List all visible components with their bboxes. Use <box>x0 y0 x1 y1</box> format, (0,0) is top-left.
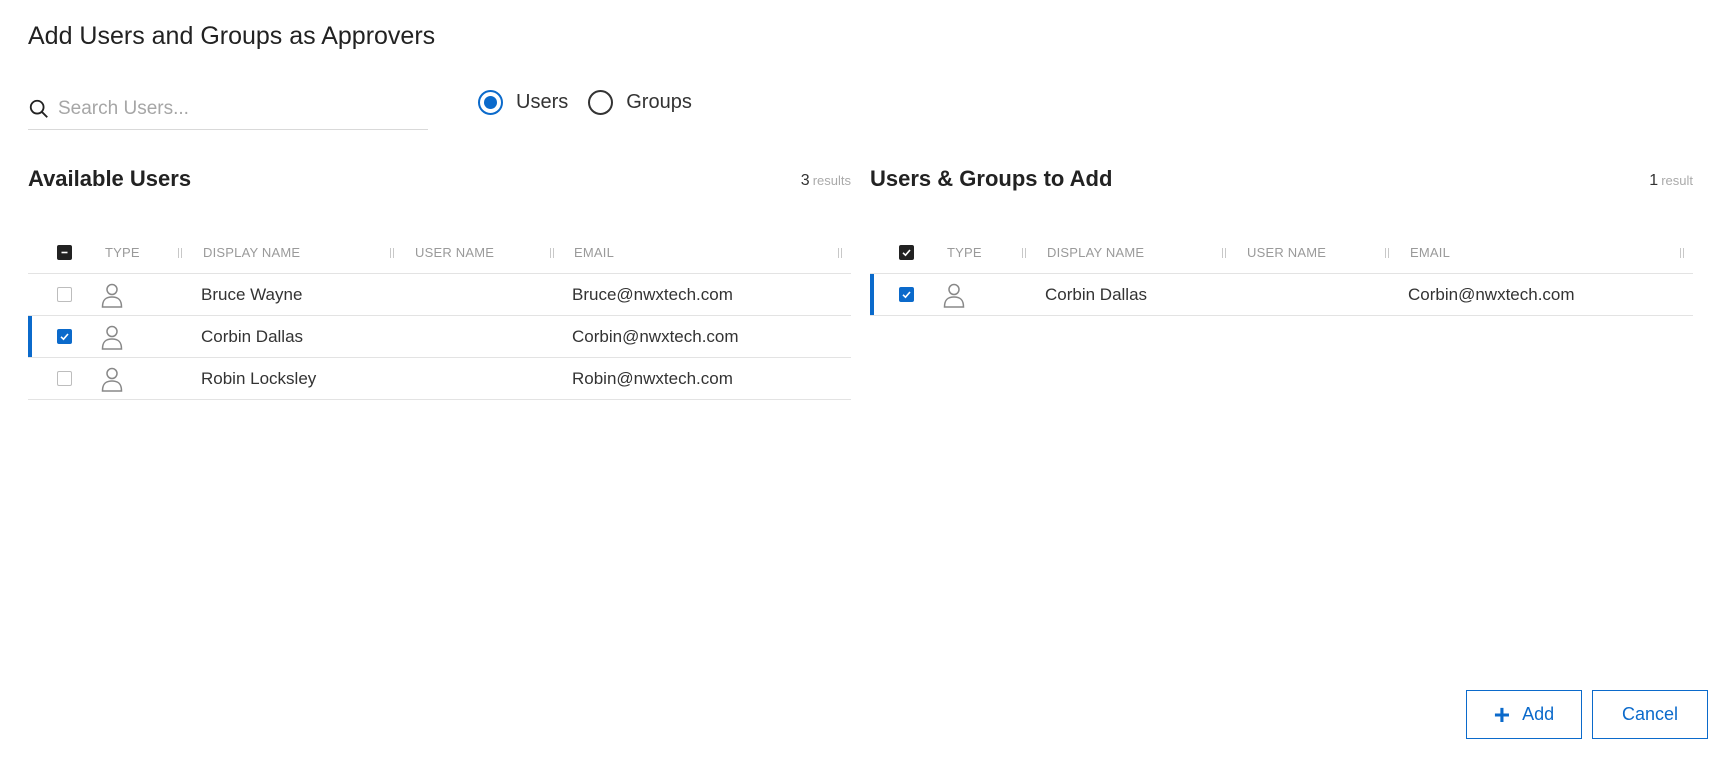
add-button[interactable]: + Add <box>1466 690 1582 739</box>
display-name: Bruce Wayne <box>201 285 303 304</box>
user-icon <box>101 283 123 308</box>
result-count-label: results <box>812 173 851 188</box>
result-count: 1 <box>1649 172 1659 189</box>
add-button-label: Add <box>1522 704 1555 724</box>
email: Corbin@nwxtech.com <box>572 327 739 346</box>
column-header-display-name[interactable]: DISPLAY NAME <box>1047 233 1144 273</box>
checkmark-icon <box>902 249 911 257</box>
result-count-label: result <box>1661 173 1693 188</box>
column-resize-handle[interactable] <box>1222 248 1226 258</box>
column-header-display-name[interactable]: DISPLAY NAME <box>203 233 300 273</box>
type-filter: Users Groups <box>478 90 712 115</box>
display-name: Robin Locksley <box>201 369 317 388</box>
column-resize-handle[interactable] <box>178 248 182 258</box>
radio-groups-label: Groups <box>626 91 692 113</box>
dialog-title: Add Users and Groups as Approvers <box>28 22 436 50</box>
row-checkbox[interactable] <box>899 287 914 302</box>
display-name: Corbin Dallas <box>1045 285 1148 304</box>
row-checkbox[interactable] <box>57 329 72 344</box>
table-row[interactable]: Corbin Dallas Corbin@nwxtech.com <box>28 316 851 358</box>
indeterminate-icon <box>61 251 68 254</box>
user-icon <box>101 367 123 392</box>
checkmark-icon <box>902 291 911 299</box>
radio-users-label: Users <box>516 91 569 113</box>
to-add-count: 1 result <box>1649 172 1693 190</box>
radio-button-icon <box>478 90 503 115</box>
column-resize-handle[interactable] <box>390 248 394 258</box>
result-count: 3 <box>800 172 810 189</box>
column-resize-handle[interactable] <box>1680 248 1684 258</box>
row-checkbox[interactable] <box>57 371 72 386</box>
user-icon <box>943 283 965 308</box>
column-resize-handle[interactable] <box>1022 248 1026 258</box>
table-header: TYPE DISPLAY NAME USER NAME EMAIL <box>870 233 1693 274</box>
plus-icon: + <box>1493 698 1511 730</box>
email: Bruce@nwxtech.com <box>572 285 733 304</box>
select-all-checkbox[interactable] <box>899 245 914 260</box>
column-header-type[interactable]: TYPE <box>105 233 140 273</box>
row-checkbox[interactable] <box>57 287 72 302</box>
cancel-button[interactable]: Cancel <box>1592 690 1708 739</box>
table-row[interactable]: Corbin Dallas Corbin@nwxtech.com <box>870 274 1693 316</box>
column-header-user-name[interactable]: USER NAME <box>1247 233 1326 273</box>
column-header-email[interactable]: EMAIL <box>1410 233 1450 273</box>
search-input[interactable] <box>58 97 398 120</box>
column-resize-handle[interactable] <box>550 248 554 258</box>
column-resize-handle[interactable] <box>838 248 842 258</box>
column-header-user-name[interactable]: USER NAME <box>415 233 494 273</box>
search-icon <box>29 99 48 118</box>
search-bar <box>28 88 428 130</box>
email: Robin@nwxtech.com <box>572 369 733 388</box>
available-users-count: 3 results <box>801 172 851 190</box>
available-users-title: Available Users <box>28 166 192 191</box>
cancel-button-label: Cancel <box>1621 704 1679 724</box>
radio-users[interactable]: Users <box>478 90 568 115</box>
checkmark-icon <box>60 333 69 341</box>
user-icon <box>101 325 123 350</box>
table-row[interactable]: Bruce Wayne Bruce@nwxtech.com <box>28 274 851 316</box>
table-row[interactable]: Robin Locksley Robin@nwxtech.com <box>28 358 851 400</box>
select-all-checkbox[interactable] <box>57 245 72 260</box>
users-groups-to-add-panel: Users & Groups to Add 1 result TYPE DISPL… <box>870 160 1693 360</box>
users-groups-to-add-title: Users & Groups to Add <box>870 166 1113 191</box>
column-header-type[interactable]: TYPE <box>947 233 982 273</box>
available-users-panel: Available Users 3 results TYPE DISPLAY NA… <box>28 160 851 410</box>
display-name: Corbin Dallas <box>201 327 304 346</box>
radio-groups[interactable]: Groups <box>588 90 692 115</box>
column-resize-handle[interactable] <box>1385 248 1389 258</box>
table-header: TYPE DISPLAY NAME USER NAME EMAIL <box>28 233 851 274</box>
radio-button-icon <box>588 90 614 115</box>
column-header-email[interactable]: EMAIL <box>574 233 614 273</box>
email: Corbin@nwxtech.com <box>1408 285 1575 304</box>
